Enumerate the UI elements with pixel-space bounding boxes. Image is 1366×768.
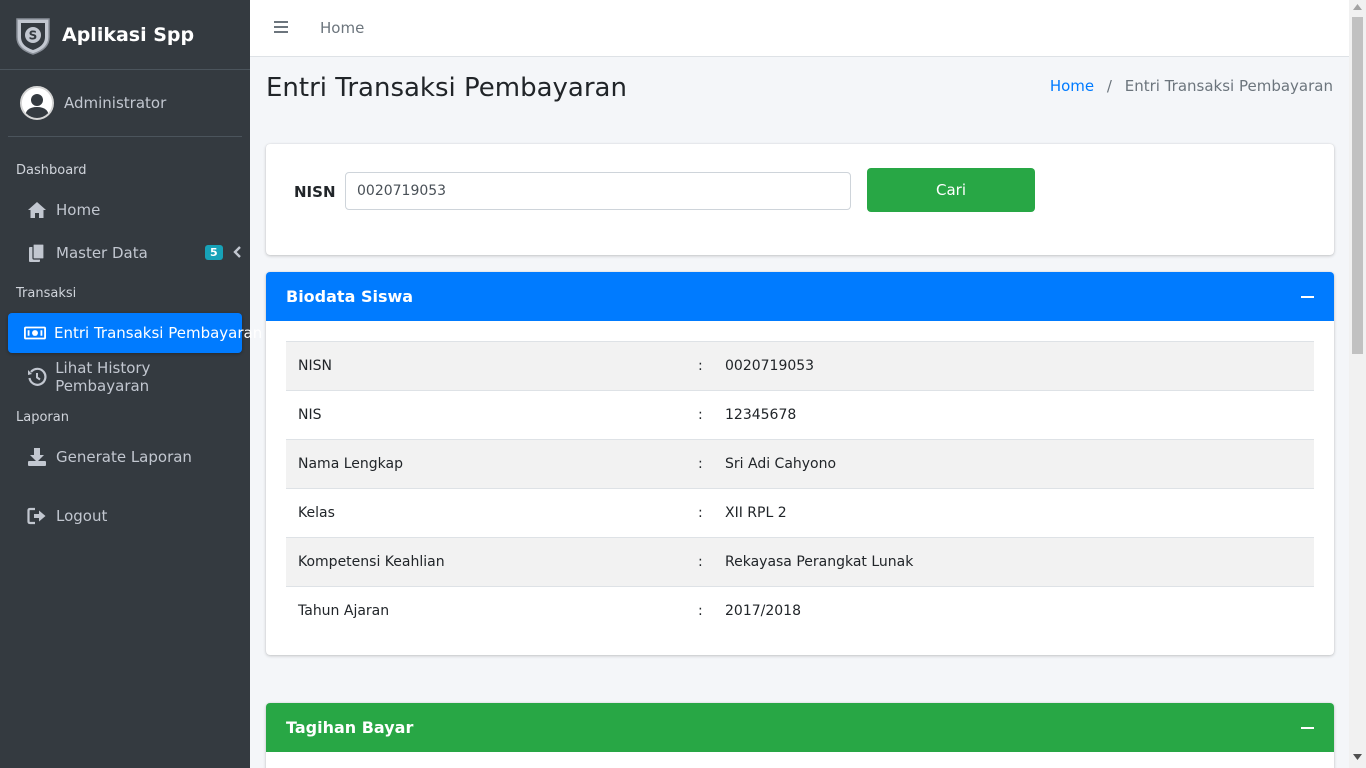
tagihan-card: Tagihan Bayar [266, 703, 1334, 768]
row-value: 0020719053 [725, 358, 815, 374]
download-icon [26, 447, 48, 467]
page-title: Entri Transaksi Pembayaran [266, 73, 627, 103]
user-name[interactable]: Administrator [64, 94, 166, 112]
sidebar-item-label: Logout [56, 507, 108, 525]
svg-text:S: S [29, 28, 38, 42]
row-label: Kelas [298, 505, 335, 521]
sidebar-item-generate-laporan[interactable]: Generate Laporan [8, 437, 242, 477]
table-row: Kelas : XII RPL 2 [286, 488, 1314, 538]
row-value: Rekayasa Perangkat Lunak [725, 554, 914, 570]
top-navbar: Home [250, 0, 1350, 57]
user-panel[interactable]: Administrator [8, 70, 242, 137]
table-row: NISN : 0020719053 [286, 341, 1314, 391]
nisn-search-input[interactable] [345, 172, 851, 210]
nav-header-laporan: Laporan [16, 410, 69, 425]
user-avatar-icon [22, 88, 52, 118]
collapse-minus-icon[interactable] [1301, 296, 1314, 298]
sidebar-item-master-data[interactable]: Master Data 5 [8, 233, 242, 273]
sidebar-item-label: Entri Transaksi Pembayaran [54, 324, 263, 342]
brand-link[interactable]: S Aplikasi Spp [0, 0, 250, 70]
sign-out-icon [26, 506, 48, 526]
row-colon: : [698, 554, 703, 570]
row-value: 2017/2018 [725, 603, 801, 620]
history-icon [26, 367, 47, 387]
breadcrumb: Home / Entri Transaksi Pembayaran [1050, 77, 1333, 95]
nav-header-dashboard: Dashboard [16, 163, 87, 178]
biodata-table: NISN : 0020719053 NIS : 12345678 Nama Le… [286, 341, 1314, 636]
copy-icon [26, 243, 48, 263]
biodata-card-title: Biodata Siswa [286, 287, 414, 306]
row-label: NIS [298, 407, 322, 423]
tagihan-card-header: Tagihan Bayar [266, 703, 1334, 752]
sidebar-item-label: Lihat History Pembayaran [55, 359, 151, 395]
row-colon: : [698, 603, 703, 620]
tagihan-card-title: Tagihan Bayar [286, 718, 414, 737]
sidebar-item-label: Master Data [56, 244, 148, 262]
count-badge: 5 [205, 245, 223, 260]
hamburger-menu-icon[interactable] [274, 20, 288, 34]
table-row: Nama Lengkap : Sri Adi Cahyono [286, 439, 1314, 489]
sidebar-item-label: Generate Laporan [56, 448, 192, 466]
row-value: XII RPL 2 [725, 505, 787, 521]
nav-header-transaksi: Transaksi [16, 286, 77, 301]
row-label: Tahun Ajaran [298, 603, 390, 620]
row-colon: : [698, 358, 703, 374]
brand-title: Aplikasi Spp [62, 23, 195, 46]
row-label: NISN [298, 358, 332, 374]
collapse-minus-icon[interactable] [1301, 727, 1314, 729]
breadcrumb-home-link[interactable]: Home [1050, 77, 1094, 95]
sidebar-item-history[interactable]: Lihat History Pembayaran [8, 357, 242, 397]
row-label: Kompetensi Keahlian [298, 554, 445, 570]
biodata-card-header: Biodata Siswa [266, 272, 1334, 321]
top-nav-home-link[interactable]: Home [320, 19, 364, 37]
search-button[interactable]: Cari [867, 168, 1035, 212]
table-row: NIS : 12345678 [286, 390, 1314, 440]
nisn-label: NISN [294, 183, 336, 201]
breadcrumb-separator: / [1106, 77, 1112, 95]
page-scrollbar[interactable] [1349, 0, 1366, 768]
row-label: Nama Lengkap [298, 456, 403, 472]
row-colon: : [698, 456, 703, 472]
row-colon: : [698, 407, 703, 423]
money-bill-icon [24, 323, 46, 343]
table-row: Kompetensi Keahlian : Rekayasa Perangkat… [286, 537, 1314, 587]
table-row: Tahun Ajaran : 2017/2018 [286, 586, 1314, 636]
sidebar-item-entri-transaksi[interactable]: Entri Transaksi Pembayaran [8, 313, 262, 353]
row-colon: : [698, 505, 703, 521]
sidebar-item-label: Home [56, 201, 101, 219]
biodata-card: Biodata Siswa NISN : 0020719053 NIS : 12… [266, 272, 1334, 655]
home-icon [26, 200, 48, 220]
search-card: NISN Cari [266, 144, 1334, 255]
sidebar-item-logout[interactable]: Logout [8, 496, 242, 536]
sidebar: S Aplikasi Spp Administrator Dashboard H… [0, 0, 262, 768]
sidebar-item-home[interactable]: Home [8, 190, 242, 230]
breadcrumb-current: Entri Transaksi Pembayaran [1124, 77, 1333, 95]
scrollbar-thumb[interactable] [1352, 17, 1363, 354]
scroll-down-arrow-icon[interactable] [1353, 754, 1362, 760]
row-value: Sri Adi Cahyono [725, 456, 837, 472]
avatar [20, 86, 54, 120]
row-value: 12345678 [725, 407, 797, 423]
shield-dollar-icon: S [16, 17, 50, 55]
scroll-up-arrow-icon[interactable] [1353, 4, 1362, 10]
chevron-left-icon [233, 246, 241, 258]
